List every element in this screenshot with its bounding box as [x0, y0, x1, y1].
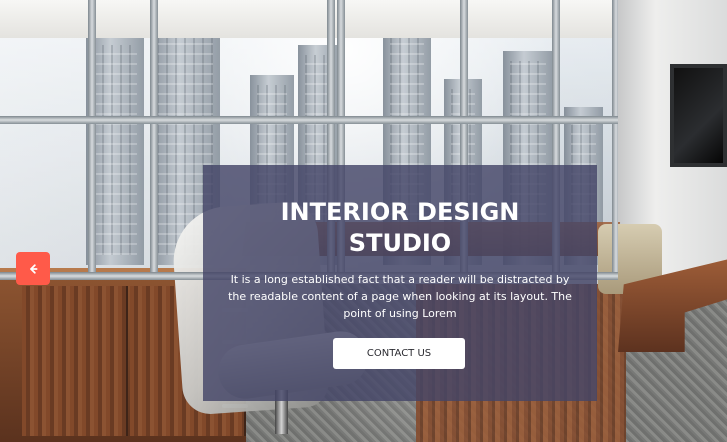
arrow-left-icon: [30, 263, 38, 274]
hero-description: It is a long established fact that a rea…: [228, 273, 572, 320]
hero-overlay-card: INTERIOR DESIGN STUDIO It is a long esta…: [203, 165, 597, 401]
window-frame: [88, 0, 96, 280]
contact-us-button[interactable]: CONTACT US: [333, 338, 465, 369]
hero-slider: INTERIOR DESIGN STUDIO It is a long esta…: [0, 0, 727, 442]
window-frame: [0, 116, 618, 124]
window-frame: [150, 0, 158, 280]
hero-title-line: STUDIO: [348, 229, 452, 257]
window-frame: [612, 0, 618, 280]
previous-slide-button[interactable]: [16, 252, 50, 285]
cabinet-door: [22, 286, 128, 436]
hero-title: INTERIOR DESIGN STUDIO: [203, 197, 597, 259]
hero-title-line: INTERIOR DESIGN: [280, 198, 520, 226]
wall-tv: [670, 64, 727, 167]
